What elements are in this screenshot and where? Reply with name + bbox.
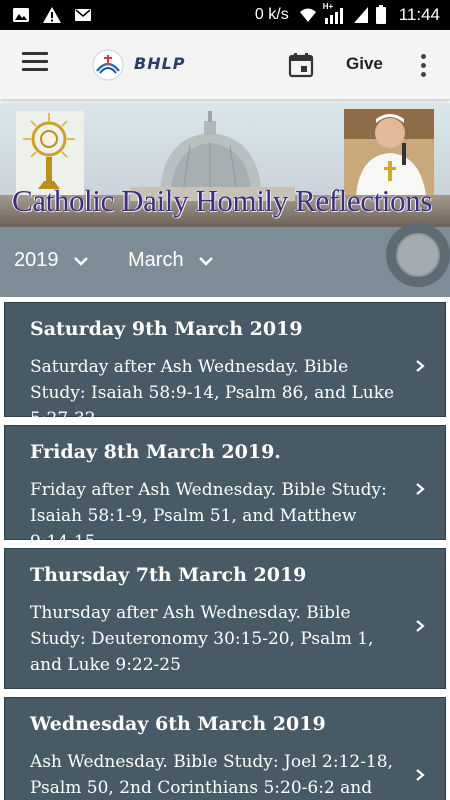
homily-card[interactable]: Saturday 9th March 2019 Saturday after A… <box>4 302 446 429</box>
net-speed: 0 k/s <box>254 6 289 23</box>
homily-list: Saturday 9th March 2019 Saturday after A… <box>0 297 450 800</box>
chevron-right-icon <box>416 769 425 781</box>
floating-action-button[interactable] <box>386 223 450 287</box>
homily-description: Saturday after Ash Wednesday. Bible Stud… <box>30 357 395 429</box>
menu-button[interactable] <box>22 52 48 74</box>
status-bar-notifications <box>12 6 92 24</box>
banner: Catholic Daily Homily Reflections <box>0 103 450 227</box>
give-button[interactable]: Give <box>346 54 383 74</box>
app-logo <box>92 49 124 81</box>
image-icon <box>13 8 29 22</box>
battery-icon <box>375 5 386 24</box>
menu-icon-line <box>22 52 48 55</box>
month-select-value: March <box>128 249 184 271</box>
homily-description: Ash Wednesday. Bible Study: Joel 2:12-18… <box>30 752 393 798</box>
homily-card[interactable]: Wednesday 6th March 2019 Ash Wednesday. … <box>4 697 446 800</box>
homily-title: Friday 8th March 2019. <box>30 441 281 463</box>
chevron-right-icon <box>416 483 425 495</box>
warning-icon <box>43 7 61 23</box>
calendar-icon[interactable] <box>288 52 314 78</box>
more-dot <box>420 54 426 59</box>
homily-card[interactable]: Friday 8th March 2019. Friday after Ash … <box>4 425 446 552</box>
chevron-right-icon <box>416 620 425 632</box>
homily-card[interactable]: Thursday 7th March 2019 Thursday after A… <box>4 548 446 689</box>
homily-title: Saturday 9th March 2019 <box>30 318 303 340</box>
app-bar: BHLP Give <box>0 30 450 100</box>
year-select[interactable]: 2019 <box>14 249 89 272</box>
menu-icon-line <box>22 60 48 63</box>
signal-icon-2 <box>353 7 368 23</box>
status-bar-system: 0 k/s H+ 11:44 <box>254 2 440 25</box>
filter-bar: 2019 March <box>0 227 450 297</box>
homily-description: Friday after Ash Wednesday. Bible Study:… <box>30 480 387 552</box>
banner-title: Catholic Daily Homily Reflections <box>12 183 432 218</box>
homily-title: Thursday 7th March 2019 <box>30 564 307 586</box>
menu-icon-line <box>22 68 48 71</box>
signal-icon: H+ <box>323 2 347 24</box>
more-dot <box>420 63 426 68</box>
fab-circle-icon <box>396 233 440 277</box>
more-dot <box>420 72 426 77</box>
app-brand: BHLP <box>134 54 186 73</box>
messages-icon <box>75 9 91 21</box>
homily-description: Thursday after Ash Wednesday. Bible Stud… <box>30 603 374 675</box>
homily-title: Wednesday 6th March 2019 <box>30 713 326 735</box>
year-select-value: 2019 <box>14 249 59 271</box>
wifi-icon <box>299 8 316 22</box>
chevron-down-icon <box>198 256 213 266</box>
more-vert-icon[interactable] <box>419 54 427 78</box>
month-select[interactable]: March <box>128 249 214 272</box>
clock: 11:44 <box>398 5 440 24</box>
chevron-right-icon <box>416 360 425 372</box>
status-bar: 0 k/s H+ 11:44 <box>0 0 450 30</box>
chevron-down-icon <box>73 256 88 266</box>
